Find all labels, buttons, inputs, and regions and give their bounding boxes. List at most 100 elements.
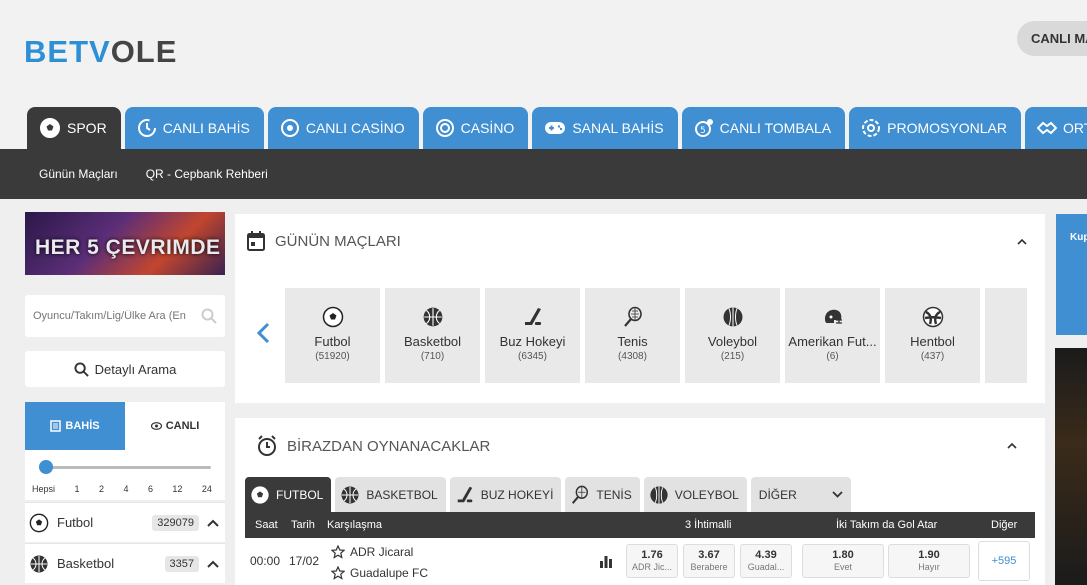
sport-card-partial[interactable] <box>985 288 1027 383</box>
right-promo-banner[interactable] <box>1055 348 1087 585</box>
search-input[interactable] <box>25 295 195 337</box>
basketball-icon <box>423 307 442 327</box>
tab-diger-dropdown[interactable]: DİĞER <box>750 477 851 512</box>
slider-label: 6 <box>147 484 153 494</box>
carousel-prev-button[interactable] <box>256 320 270 351</box>
search-icon[interactable] <box>201 308 217 324</box>
sport-card-tenis[interactable]: Tenis (4308) <box>585 288 680 383</box>
sport-card-futbol[interactable]: Futbol (51920) <box>285 288 380 383</box>
sport-card-buz-hokeyi[interactable]: Buz Hokeyi (6345) <box>485 288 580 383</box>
bahis-toggle[interactable]: BAHİS <box>25 402 125 450</box>
odd-away[interactable]: 4.39 Guadal... <box>740 544 792 578</box>
logo-part-1: BETV <box>24 34 111 69</box>
nav-tab-promosyonlar[interactable]: PROMOSYONLAR <box>849 107 1021 149</box>
tab-label: FUTBOL <box>276 487 324 502</box>
star-icon[interactable] <box>331 566 345 580</box>
nav-tab-label: SANAL BAHİS <box>572 120 664 136</box>
chevron-up-icon[interactable] <box>207 519 219 527</box>
sport-carousel: Futbol (51920) Basketbol (710) Buz Hokey… <box>285 288 1027 383</box>
coupon-panel[interactable]: Kup <box>1056 214 1087 335</box>
sport-card-name: Amerikan Fut... <box>788 334 877 349</box>
handshake-icon <box>1036 121 1057 135</box>
sidebar-sport-futbol[interactable]: Futbol 329079 <box>25 502 225 542</box>
chevron-up-icon[interactable] <box>207 560 219 568</box>
promo-banner[interactable]: HER 5 ÇEVRIMDE <box>25 212 225 275</box>
betvole-logo[interactable]: BETVOLE <box>24 34 177 70</box>
calendar-icon <box>247 231 265 251</box>
sub-nav: Günün Maçları QR - Cepbank Rehberi <box>0 149 1087 199</box>
sport-card-basketbol[interactable]: Basketbol (710) <box>385 288 480 383</box>
chevron-up-icon[interactable] <box>1007 442 1017 449</box>
nav-tab-canli-bahis[interactable]: CANLI BAHİS <box>124 107 264 149</box>
svg-text:5: 5 <box>700 126 706 136</box>
chevron-up-icon[interactable] <box>1017 238 1027 245</box>
sport-card-amerikan-futbolu[interactable]: Amerikan Fut... (6) <box>785 288 880 383</box>
sport-card-count: (6345) <box>518 351 547 362</box>
odd-draw[interactable]: 3.67 Berabere <box>683 544 735 578</box>
nav-tab-label: CASİNO <box>460 120 515 136</box>
slider-label: 2 <box>98 484 104 494</box>
col-tarih: Tarih <box>291 519 315 531</box>
detailed-search-button[interactable]: Detaylı Arama <box>25 351 225 387</box>
col-diger: Diğer <box>991 519 1018 531</box>
sidebar-sport-basketbol[interactable]: Basketbol 3357 <box>25 543 225 583</box>
tab-basketbol[interactable]: BASKETBOL <box>335 477 446 512</box>
tab-voleybol[interactable]: VOLEYBOL <box>643 477 747 512</box>
odd-btts-no[interactable]: 1.90 Hayır <box>888 544 970 578</box>
basketball-icon <box>341 486 359 503</box>
coupon-label: Kup <box>1070 232 1087 243</box>
sport-card-name: Tenis <box>617 334 648 349</box>
subnav-todays-matches[interactable]: Günün Maçları <box>39 167 118 181</box>
slider-label: 12 <box>172 484 183 494</box>
chevron-left-icon <box>256 322 270 344</box>
casino-chip-icon <box>280 119 299 137</box>
sport-card-hentbol[interactable]: Hentbol (437) <box>885 288 980 383</box>
sport-card-count: (4308) <box>618 351 647 362</box>
sport-card-name: Basketbol <box>403 334 462 349</box>
nav-tab-label: SPOR <box>67 120 107 136</box>
statistics-icon[interactable] <box>599 554 613 568</box>
more-odds-button[interactable]: +595 <box>978 541 1030 581</box>
nav-tab-ortak[interactable]: ORTAK <box>1024 107 1087 149</box>
slider-track[interactable] <box>47 466 211 469</box>
nav-tab-label: CANLI BAHİS <box>162 120 250 136</box>
tennis-racket-icon <box>572 485 589 504</box>
sport-card-name: Buz Hokeyi <box>499 334 566 349</box>
sport-card-voleybol[interactable]: Voleybol (215) <box>685 288 780 383</box>
star-icon[interactable] <box>331 545 345 559</box>
live-clock-icon <box>137 119 156 137</box>
live-matches-button[interactable]: CANLI MA <box>1017 21 1087 56</box>
nav-tab-spor[interactable]: SPOR <box>27 107 121 149</box>
tab-label: BUZ HOKEYİ <box>480 487 554 502</box>
odd-home[interactable]: 1.76 ADR Jic... <box>626 544 678 578</box>
slider-handle[interactable] <box>39 460 53 474</box>
upcoming-title: BİRAZDAN OYNANACAKLAR <box>287 437 491 455</box>
tab-tenis[interactable]: TENİS <box>565 477 640 512</box>
nav-tab-casino[interactable]: CASİNO <box>422 107 529 149</box>
sport-count: 3357 <box>164 555 199 572</box>
nav-tab-canli-casino[interactable]: CANLI CASİNO <box>267 107 419 149</box>
main-nav: SPOR CANLI BAHİS CANLI CASİNO CASİNO SAN… <box>27 107 1087 149</box>
detailed-search-label: Detaylı Arama <box>94 361 177 377</box>
nav-tab-label: PROMOSYONLAR <box>887 120 1007 136</box>
match-date: 17/02 <box>289 554 320 568</box>
sport-name: Basketbol <box>57 556 115 571</box>
nav-tab-label: CANLI CASİNO <box>305 120 405 136</box>
gamepad-icon <box>545 122 566 134</box>
ticket-icon <box>50 420 62 432</box>
nav-tab-sanal-bahis[interactable]: SANAL BAHİS <box>532 107 678 149</box>
slider-label: 4 <box>123 484 129 494</box>
sport-card-count: (51920) <box>315 351 350 362</box>
volleyball-icon <box>723 307 742 327</box>
search-box <box>25 295 225 337</box>
tab-futbol[interactable]: FUTBOL <box>245 477 332 512</box>
sport-card-name: Hentbol <box>910 334 955 349</box>
slider-label: Hepsi <box>32 484 56 494</box>
nav-tab-canli-tombala[interactable]: 5 CANLI TOMBALA <box>681 107 846 149</box>
canli-toggle[interactable]: CANLI <box>125 402 225 450</box>
alarm-clock-icon <box>258 435 276 456</box>
odd-btts-yes[interactable]: 1.80 Evet <box>802 544 884 578</box>
subnav-qr-cepbank[interactable]: QR - Cepbank Rehberi <box>146 167 268 181</box>
home-team-name: ADR Jicaral <box>350 545 414 559</box>
tab-buz-hokeyi[interactable]: BUZ HOKEYİ <box>449 477 562 512</box>
